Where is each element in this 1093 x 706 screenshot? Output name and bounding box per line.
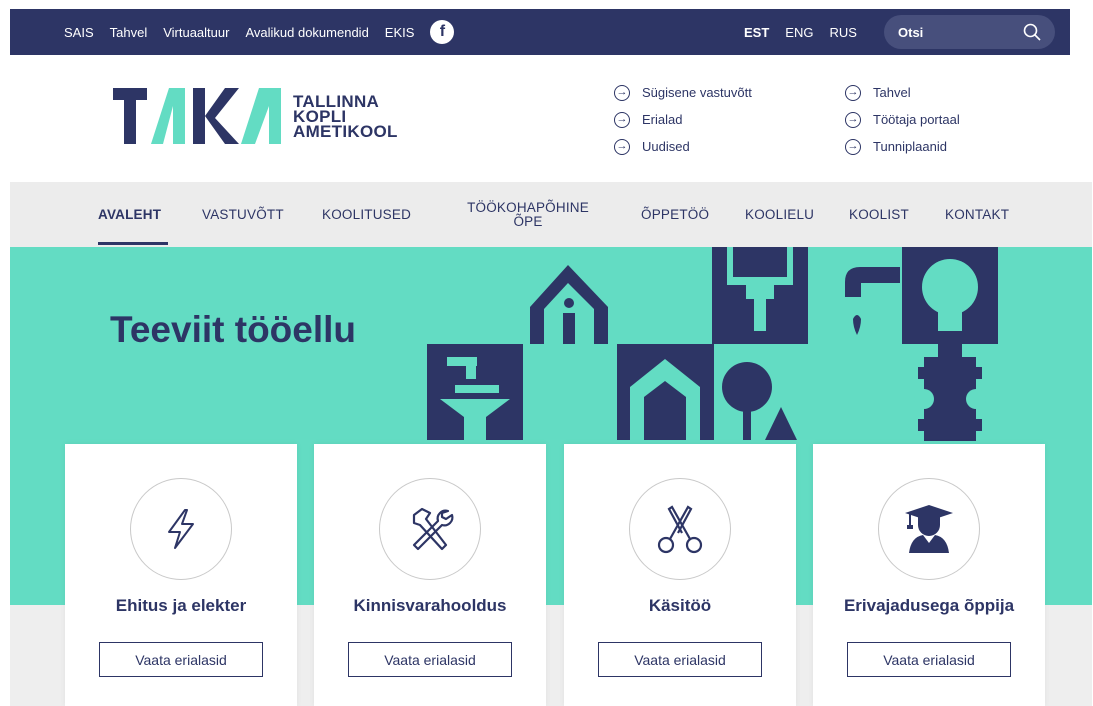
- card-icon-circle: [130, 478, 232, 580]
- arrow-right-circle-icon: →: [845, 111, 861, 128]
- arrow-right-circle-icon: →: [614, 84, 630, 101]
- view-specialties-button[interactable]: Vaata erialasid: [847, 642, 1011, 677]
- nav-avaleht[interactable]: AVALEHT: [98, 182, 161, 247]
- facebook-icon[interactable]: f: [430, 20, 455, 44]
- tools-icon: [412, 507, 454, 551]
- arrow-right-circle-icon: →: [845, 138, 861, 155]
- link-sais[interactable]: SAIS: [64, 25, 94, 40]
- logo-wordmark: TALLINNA KOPLI AMETIKOOL: [293, 93, 398, 141]
- card-icon-circle: [629, 478, 731, 580]
- nav-koolitused[interactable]: KOOLITUSED: [322, 182, 411, 247]
- link-ekis[interactable]: EKIS: [385, 25, 415, 40]
- logo-line-3: AMETIKOOL: [293, 121, 398, 141]
- graduate-icon: [905, 505, 953, 553]
- quicklinks-column-1: → Sügisene vastuvõtt → Erialad → Uudised: [614, 79, 752, 160]
- nav-koolist[interactable]: KOOLIST: [849, 182, 909, 247]
- card-icon-circle: [878, 478, 980, 580]
- nav-koolielu[interactable]: KOOLIELU: [745, 182, 814, 247]
- search-icon[interactable]: [1023, 23, 1041, 46]
- category-card-ehitus: Ehitus ja elekter Vaata erialasid: [65, 444, 297, 706]
- card-title: Ehitus ja elekter: [115, 596, 247, 615]
- nav-active-indicator: [98, 242, 168, 245]
- arrow-right-circle-icon: →: [614, 111, 630, 128]
- arrow-right-circle-icon: →: [845, 84, 861, 101]
- lang-rus[interactable]: RUS: [829, 25, 856, 40]
- main-navigation: AVALEHT VASTUVÕTT KOOLITUSED TÖÖKOHAPÕHI…: [10, 182, 1092, 247]
- link-tahvel[interactable]: Tahvel: [110, 25, 148, 40]
- scissors-icon: [657, 505, 703, 554]
- quicklink-uudised[interactable]: → Uudised: [614, 133, 752, 160]
- quicklink-tahvel[interactable]: → Tahvel: [845, 79, 960, 106]
- card-title: Kinnisvarahooldus: [353, 596, 507, 615]
- category-card-kinnisvarahooldus: Kinnisvarahooldus Vaata erialasid: [314, 444, 546, 706]
- card-title: Erivajadusega õppija: [843, 596, 1015, 615]
- quicklink-tootaja-portaal[interactable]: → Töötaja portaal: [845, 106, 960, 133]
- quicklink-sugisene-vastuvott[interactable]: → Sügisene vastuvõtt: [614, 79, 752, 106]
- link-avalikud-dokumendid[interactable]: Avalikud dokumendid: [245, 25, 368, 40]
- quicklinks-column-2: → Tahvel → Töötaja portaal → Tunniplaanid: [845, 79, 960, 160]
- nav-oppetoo[interactable]: ÕPPETÖÖ: [641, 182, 709, 247]
- link-virtuaaltuur[interactable]: Virtuaaltuur: [163, 25, 229, 40]
- nav-vastuvott[interactable]: VASTUVÕTT: [202, 182, 284, 247]
- category-card-kasitoo: Käsitöö Vaata erialasid: [564, 444, 796, 706]
- utility-links: SAIS Tahvel Virtuaaltuur Avalikud dokume…: [64, 20, 455, 44]
- view-specialties-button[interactable]: Vaata erialasid: [348, 642, 512, 677]
- site-logo[interactable]: TALLINNA KOPLI AMETIKOOL: [113, 88, 398, 144]
- search-input[interactable]: [898, 24, 1018, 40]
- quicklink-tunniplaanid[interactable]: → Tunniplaanid: [845, 133, 960, 160]
- nav-tookohapohine-ope[interactable]: TÖÖKOHAPÕHINE ÕPE: [465, 182, 591, 247]
- quicklink-erialad[interactable]: → Erialad: [614, 106, 752, 133]
- view-specialties-button[interactable]: Vaata erialasid: [598, 642, 762, 677]
- nav-kontakt[interactable]: KONTAKT: [945, 182, 1009, 247]
- view-specialties-button[interactable]: Vaata erialasid: [99, 642, 263, 677]
- search-box: [884, 15, 1055, 49]
- taka-logo-mark-icon: [113, 88, 281, 144]
- lang-est[interactable]: EST: [744, 25, 769, 40]
- category-card-erivajadusega: Erivajadusega õppija Vaata erialasid: [813, 444, 1045, 706]
- card-title: Käsitöö: [648, 596, 712, 615]
- arrow-right-circle-icon: →: [614, 138, 630, 155]
- lightning-icon: [168, 509, 194, 549]
- lang-eng[interactable]: ENG: [785, 25, 813, 40]
- top-utility-bar: SAIS Tahvel Virtuaaltuur Avalikud dokume…: [10, 9, 1070, 55]
- language-switcher: EST ENG RUS: [744, 9, 873, 55]
- card-icon-circle: [379, 478, 481, 580]
